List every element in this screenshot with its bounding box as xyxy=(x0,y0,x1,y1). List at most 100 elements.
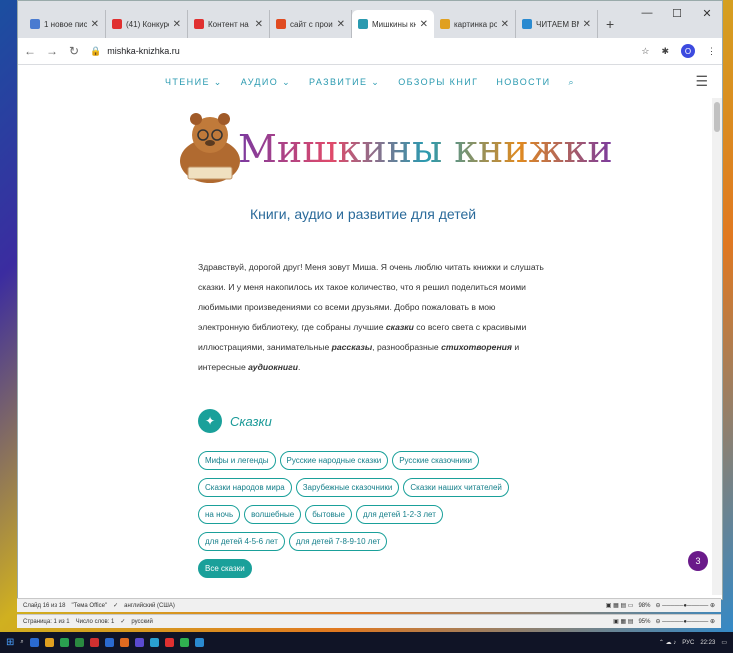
nav-development[interactable]: РАЗВИТИЕ ⌄ xyxy=(309,77,380,88)
tray-icons[interactable]: ⌃ ☁ ♪ xyxy=(659,639,676,646)
page-scrollbar[interactable] xyxy=(712,98,722,595)
url-text: mishka-knizhka.ru xyxy=(107,46,180,56)
app-icon[interactable] xyxy=(104,638,114,647)
tab-title: (41) Конкурс xyxy=(126,19,169,29)
app-icon[interactable] xyxy=(164,638,174,647)
word-status-bar: Страница: 1 из 1 Число слов: 1 ✓ русский… xyxy=(17,614,721,628)
profile-avatar[interactable]: O xyxy=(681,44,695,58)
reload-icon[interactable]: ↻ xyxy=(68,44,80,58)
category-chip[interactable]: Сказки народов мира xyxy=(198,478,292,497)
close-tab-icon[interactable]: ✕ xyxy=(255,19,263,30)
category-chip[interactable]: Мифы и легенды xyxy=(198,451,276,470)
category-chip[interactable]: для детей 4-5-6 лет xyxy=(198,532,285,551)
browser-tab[interactable]: Контент на ка ✕ xyxy=(188,10,270,38)
notifications-icon[interactable]: ▭ xyxy=(721,639,727,646)
nav-news[interactable]: НОВОСТИ xyxy=(496,77,550,87)
category-chip[interactable]: Сказки наших читателей xyxy=(403,478,509,497)
category-chip[interactable]: Русские сказочники xyxy=(392,451,479,470)
theme-name: "Тема Office" xyxy=(71,602,108,609)
browser-tab[interactable]: картинка роди ✕ xyxy=(434,10,516,38)
app-icon[interactable] xyxy=(89,638,99,647)
chip-row: Все сказки xyxy=(198,559,548,578)
language-2[interactable]: русский xyxy=(131,619,153,625)
app-icon[interactable] xyxy=(134,638,144,647)
zoom-level-2[interactable]: 95% xyxy=(638,619,650,625)
close-tab-icon[interactable]: ✕ xyxy=(583,19,591,30)
page-content: Мишкины книжки Книги, аудио и развитие д… xyxy=(18,99,722,578)
hamburger-menu-icon[interactable]: ☰ xyxy=(695,73,708,90)
zoom-slider-1[interactable]: ⊖ ─────●───── ⊕ xyxy=(655,602,715,609)
app-icon[interactable] xyxy=(74,638,84,647)
site-logo-text[interactable]: Мишкины книжки xyxy=(238,127,613,171)
browser-tab[interactable]: (41) Конкурс ✕ xyxy=(106,10,188,38)
link-tales[interactable]: сказки xyxy=(386,322,414,332)
close-tab-icon[interactable]: ✕ xyxy=(501,19,509,30)
search-icon[interactable]: ⌕ xyxy=(569,77,575,88)
browser-tab[interactable]: сайт с произв ✕ xyxy=(270,10,352,38)
link-poems[interactable]: стихотворения xyxy=(441,342,512,352)
start-icon[interactable]: ⊞ xyxy=(6,637,14,648)
zoom-slider-2[interactable]: ⊖ ─────●───── ⊕ xyxy=(655,618,715,625)
browser-window: 1 новое письм✕(41) Конкурс ✕Контент на к… xyxy=(17,0,723,600)
category-chip[interactable]: Русские народные сказки xyxy=(279,451,389,470)
zoom-level-1[interactable]: 98% xyxy=(638,603,650,609)
category-chip[interactable]: Зарубежные сказочники xyxy=(295,478,400,497)
close-tab-icon[interactable]: ✕ xyxy=(91,19,99,30)
bookmark-star-icon[interactable]: ☆ xyxy=(641,46,649,57)
app-icon[interactable] xyxy=(59,638,69,647)
proofing-icon[interactable]: ✓ xyxy=(120,618,125,625)
browser-tab[interactable]: 1 новое письм ✕ xyxy=(24,10,106,38)
tab-favicon-icon xyxy=(440,19,450,29)
browser-tab[interactable]: ЧИТАЕМ ВМЕС ✕ xyxy=(516,10,598,38)
chip-row: на ночь волшебные бытовые для детей 1-2-3 л… xyxy=(198,505,548,524)
browser-tab[interactable]: Мишкины книж ✕ xyxy=(352,10,434,38)
category-chip[interactable]: для детей 7-8-9-10 лет xyxy=(288,532,388,551)
maximize-icon[interactable]: ☐ xyxy=(662,1,692,25)
notification-badge[interactable]: 3 xyxy=(688,551,708,571)
category-chip[interactable]: волшебные xyxy=(244,505,302,524)
tab-favicon-icon xyxy=(194,19,204,29)
language-1[interactable]: английский (США) xyxy=(124,603,175,609)
app-icon[interactable] xyxy=(194,638,204,647)
menu-dots-icon[interactable]: ⋮ xyxy=(707,46,716,57)
url-field[interactable]: 🔒 mishka-knizhka.ru xyxy=(90,46,631,57)
chip-row: Сказки народов мира Зарубежные сказочники… xyxy=(198,478,548,497)
app-icon[interactable] xyxy=(119,638,129,647)
tab-title: сайт с произв xyxy=(290,19,333,29)
app-icon[interactable] xyxy=(149,638,159,647)
extensions-icon[interactable]: ✱ xyxy=(661,46,669,57)
close-tab-icon[interactable]: ✕ xyxy=(173,19,181,30)
windows-taskbar: ⊞ ⌕ ⌃ ☁ ♪ РУС 22:23 ▭ xyxy=(0,632,733,653)
view-buttons-icon-2[interactable]: ▣ ▦ ▤ xyxy=(613,618,633,625)
word-count: Число слов: 1 xyxy=(75,618,115,625)
link-audiobooks[interactable]: аудиокниги xyxy=(248,362,298,372)
input-language[interactable]: РУС xyxy=(682,640,694,646)
app-icon[interactable] xyxy=(179,638,189,647)
link-stories[interactable]: рассказы xyxy=(332,342,373,352)
category-chip[interactable]: бытовые xyxy=(305,505,353,524)
search-taskbar-icon[interactable]: ⌕ xyxy=(20,639,23,646)
forward-icon[interactable]: → xyxy=(46,44,58,58)
tab-favicon-icon xyxy=(112,19,122,29)
intro-text: Здравствуй, дорогой друг! Меня зовут Миш… xyxy=(198,262,544,372)
app-icon[interactable] xyxy=(29,638,39,647)
tab-favicon-icon xyxy=(30,19,40,29)
category-chip[interactable]: для детей 1-2-3 лет xyxy=(356,505,443,524)
spellcheck-icon[interactable]: ✓ xyxy=(113,602,118,609)
clock[interactable]: 22:23 xyxy=(700,640,715,646)
back-icon[interactable]: ← xyxy=(24,44,36,58)
slide-info: Слайд 16 из 18 xyxy=(23,602,66,609)
close-tab-icon[interactable]: ✕ xyxy=(420,19,428,30)
app-icon[interactable] xyxy=(44,638,54,647)
nav-audio[interactable]: АУДИО ⌄ xyxy=(241,77,291,88)
nav-book-reviews[interactable]: ОБЗОРЫ КНИГ xyxy=(398,77,478,87)
minimize-icon[interactable]: — xyxy=(632,1,662,25)
close-window-icon[interactable]: ✕ xyxy=(692,1,722,25)
nav-reading[interactable]: ЧТЕНИЕ ⌄ xyxy=(165,77,223,88)
scrollbar-thumb[interactable] xyxy=(714,102,720,132)
close-tab-icon[interactable]: ✕ xyxy=(337,19,345,30)
view-buttons-icon[interactable]: ▣ ▦ ▤ ▭ xyxy=(606,602,634,609)
category-chip[interactable]: на ночь xyxy=(198,505,241,524)
new-tab-button[interactable]: + xyxy=(598,10,622,38)
all-tales-button[interactable]: Все сказки xyxy=(198,559,252,578)
